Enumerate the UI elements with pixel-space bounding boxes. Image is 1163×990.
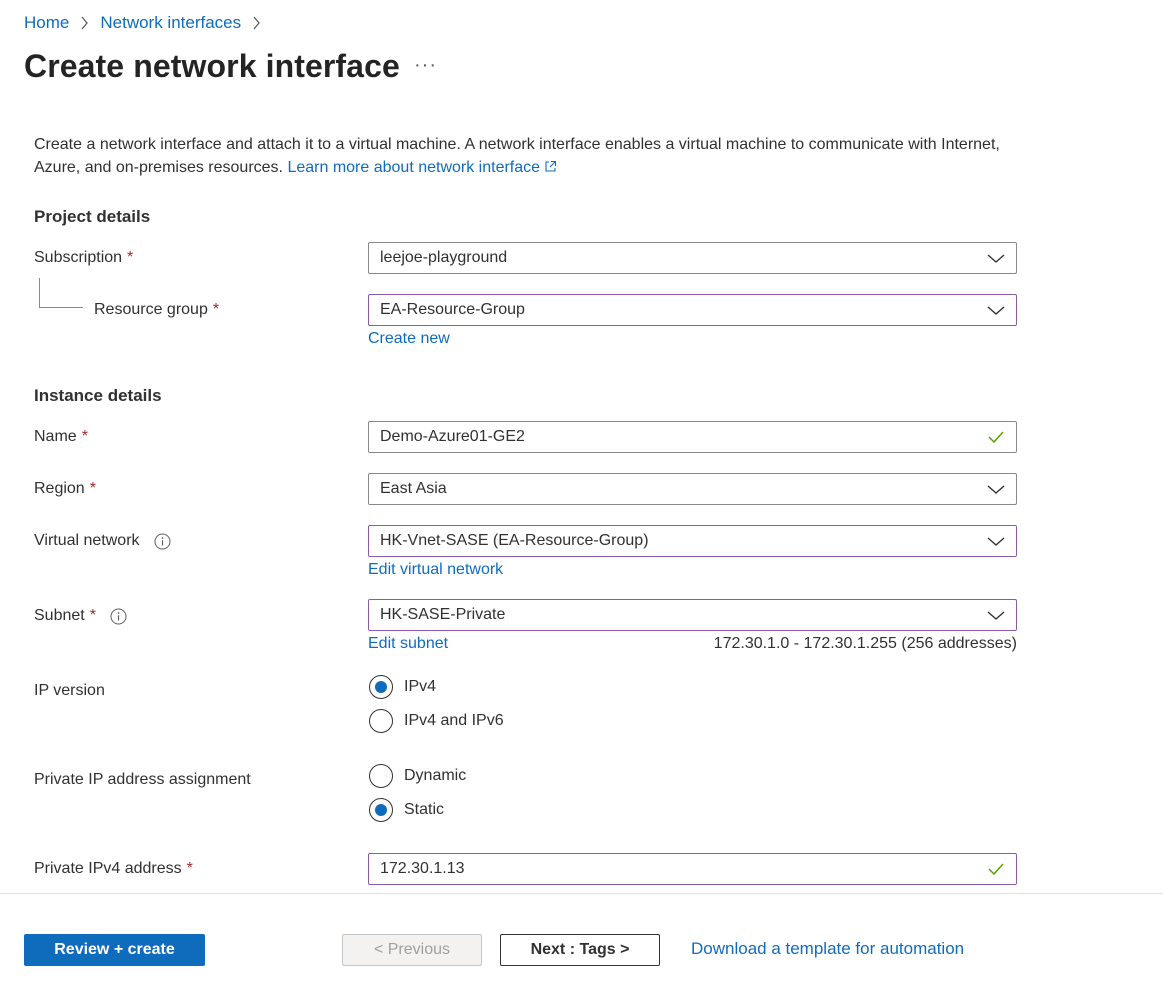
chevron-right-icon: [80, 16, 89, 30]
radio-dynamic[interactable]: Dynamic: [369, 764, 466, 788]
edit-virtual-network-link[interactable]: Edit virtual network: [368, 561, 503, 579]
more-icon[interactable]: ···: [414, 54, 437, 77]
region-dropdown[interactable]: East Asia: [368, 473, 1017, 505]
resource-group-label: Resource group *: [94, 301, 219, 319]
external-link-icon: [544, 157, 557, 180]
ip-version-label: IP version: [34, 682, 105, 700]
radio-button[interactable]: [369, 709, 393, 733]
name-value: Demo-Azure01-GE2: [380, 428, 525, 445]
chevron-down-icon: [987, 608, 1005, 622]
subscription-label: Subscription *: [34, 249, 133, 267]
instance-details-heading: Instance details: [34, 386, 162, 405]
radio-dynamic-label: Dynamic: [404, 767, 467, 784]
tree-connector: [39, 307, 83, 308]
radio-button-selected[interactable]: [369, 675, 393, 699]
page-title: Create network interface: [24, 48, 400, 84]
breadcrumb-network-interfaces[interactable]: Network interfaces: [100, 13, 241, 33]
chevron-down-icon: [987, 534, 1005, 548]
download-template-link[interactable]: Download a template for automation: [691, 939, 964, 959]
breadcrumb: Home Network interfaces: [24, 13, 272, 33]
private-ipv4-label-text: Private IPv4 address: [34, 860, 182, 877]
chevron-down-icon: [987, 482, 1005, 496]
radio-ipv4-ipv6[interactable]: IPv4 and IPv6: [369, 709, 504, 733]
required-marker: *: [89, 480, 96, 497]
subscription-dropdown[interactable]: leejoe-playground: [368, 242, 1017, 274]
ip-version-label-text: IP version: [34, 682, 105, 699]
region-label-text: Region: [34, 480, 85, 497]
subscription-label-text: Subscription: [34, 249, 123, 266]
resource-group-label-text: Resource group: [94, 301, 208, 318]
radio-button-selected[interactable]: [369, 798, 393, 822]
name-input[interactable]: Demo-Azure01-GE2: [368, 421, 1017, 453]
breadcrumb-home[interactable]: Home: [24, 13, 69, 33]
resource-group-value: EA-Resource-Group: [380, 301, 525, 318]
radio-button[interactable]: [369, 764, 393, 788]
required-marker: *: [81, 428, 88, 445]
private-ipv4-input[interactable]: 172.30.1.13: [368, 853, 1017, 885]
required-marker: *: [127, 249, 134, 266]
radio-static[interactable]: Static: [369, 798, 444, 822]
required-marker: *: [212, 301, 220, 318]
name-label: Name *: [34, 428, 88, 446]
subnet-value: HK-SASE-Private: [380, 606, 506, 623]
checkmark-icon: [987, 430, 1005, 444]
info-icon[interactable]: [154, 533, 171, 550]
create-new-resource-group-link[interactable]: Create new: [368, 330, 450, 348]
edit-subnet-link[interactable]: Edit subnet: [368, 635, 448, 653]
chevron-right-icon: [252, 16, 261, 30]
learn-more-link[interactable]: Learn more about network interface: [287, 159, 557, 176]
intro-description: Create a network interface and attach it…: [34, 133, 1034, 180]
private-ip-assignment-label-text: Private IP address assignment: [34, 771, 251, 788]
subnet-dropdown[interactable]: HK-SASE-Private: [368, 599, 1017, 631]
footer-divider: [0, 893, 1163, 894]
private-ipv4-value: 172.30.1.13: [380, 860, 465, 877]
subnet-label: Subnet *: [34, 607, 127, 625]
chevron-down-icon: [987, 251, 1005, 265]
region-label: Region *: [34, 480, 96, 498]
previous-button[interactable]: < Previous: [342, 934, 482, 966]
private-ipv4-label: Private IPv4 address *: [34, 860, 193, 878]
info-icon[interactable]: [110, 608, 127, 625]
radio-static-label: Static: [404, 801, 445, 818]
learn-more-link-label: Learn more about network interface: [287, 159, 541, 176]
subnet-address-range: 172.30.1.0 - 172.30.1.255 (256 addresses…: [713, 635, 1017, 652]
subnet-label-text: Subnet: [34, 607, 85, 624]
next-tags-button[interactable]: Next : Tags >: [500, 934, 660, 966]
virtual-network-label: Virtual network: [34, 532, 171, 550]
tree-connector: [39, 278, 40, 308]
private-ip-assignment-label: Private IP address assignment: [34, 771, 251, 789]
project-details-heading: Project details: [34, 207, 151, 226]
virtual-network-label-text: Virtual network: [34, 532, 140, 549]
name-label-text: Name: [34, 428, 77, 445]
chevron-down-icon: [987, 303, 1005, 317]
radio-ipv4[interactable]: IPv4: [369, 675, 436, 699]
virtual-network-value: HK-Vnet-SASE (EA-Resource-Group): [380, 532, 649, 549]
radio-ipv4-label: IPv4: [404, 678, 437, 695]
virtual-network-dropdown[interactable]: HK-Vnet-SASE (EA-Resource-Group): [368, 525, 1017, 557]
checkmark-icon: [987, 862, 1005, 876]
subscription-value: leejoe-playground: [380, 249, 508, 266]
radio-ipv4-ipv6-label: IPv4 and IPv6: [404, 712, 504, 729]
region-value: East Asia: [380, 480, 447, 497]
required-marker: *: [89, 607, 96, 624]
resource-group-dropdown[interactable]: EA-Resource-Group: [368, 294, 1017, 326]
required-marker: *: [186, 860, 193, 877]
review-create-button[interactable]: Review + create: [24, 934, 205, 966]
